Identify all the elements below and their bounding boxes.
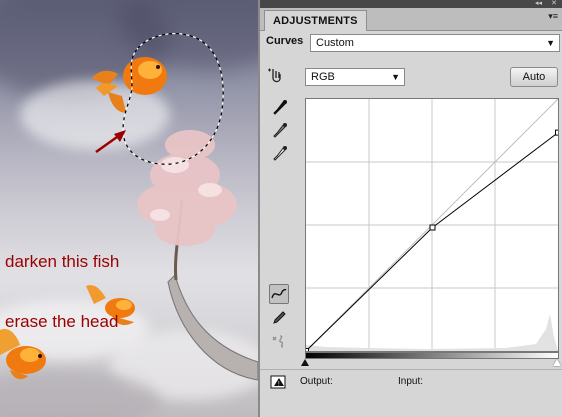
divider [260, 369, 562, 370]
curve-plot[interactable] [303, 98, 561, 354]
close-panel-icon[interactable]: ✕ [551, 0, 557, 8]
channel-value: RGB [311, 71, 335, 83]
collapse-icon[interactable]: ◂◂ [535, 0, 542, 8]
curve-control-point[interactable] [429, 224, 436, 231]
curves-label: Curves [266, 35, 304, 47]
input-label: Input: [398, 376, 424, 387]
panel-menu-icon[interactable]: ▾≡ [548, 11, 558, 22]
smooth-icon[interactable] [269, 331, 289, 351]
input-gradient-bar [305, 352, 559, 359]
output-label: Output: [300, 376, 333, 387]
white-point-slider[interactable] [553, 359, 561, 366]
chevron-down-icon: ▼ [391, 72, 400, 82]
pencil-icon[interactable] [269, 308, 289, 328]
panel-tab-row: ADJUSTMENTS ▾≡ [260, 8, 562, 31]
eyedropper-white-icon[interactable] [270, 144, 290, 164]
channel-dropdown[interactable]: RGB ▼ [305, 68, 405, 86]
hand-target-icon[interactable] [266, 66, 286, 86]
preset-value: Custom [316, 37, 354, 49]
curve-control-point[interactable] [555, 129, 561, 136]
goldfish-top [92, 57, 167, 113]
annotation-arrow [95, 130, 126, 154]
adjustments-panel: ◂◂ ✕ ADJUSTMENTS ▾≡ Curves Custom ▼ RGB … [258, 0, 562, 417]
auto-button[interactable]: Auto [510, 67, 558, 87]
annotation-text: darken this fish erase the head [5, 212, 119, 372]
eyedropper-black-icon[interactable] [270, 98, 290, 118]
curve-control-point[interactable] [303, 348, 309, 354]
panel-titlebar: ◂◂ ✕ [260, 0, 562, 8]
tab-adjustments[interactable]: ADJUSTMENTS [264, 10, 367, 31]
black-point-slider[interactable] [301, 359, 309, 366]
annotation-line-1: darken this fish [5, 252, 120, 271]
clip-warning-icon[interactable]: ! [269, 372, 289, 392]
preset-dropdown[interactable]: Custom ▼ [310, 34, 560, 52]
boat-shape [167, 274, 258, 381]
blossom-tree [137, 130, 237, 246]
eyedropper-gray-icon[interactable] [270, 121, 290, 141]
curve-tool-icon[interactable] [269, 284, 289, 304]
photo-canvas[interactable]: darken this fish erase the head [0, 0, 258, 417]
annotation-line-2: erase the head [5, 312, 119, 331]
chevron-down-icon: ▼ [546, 38, 555, 48]
curves-graph[interactable] [303, 98, 561, 354]
